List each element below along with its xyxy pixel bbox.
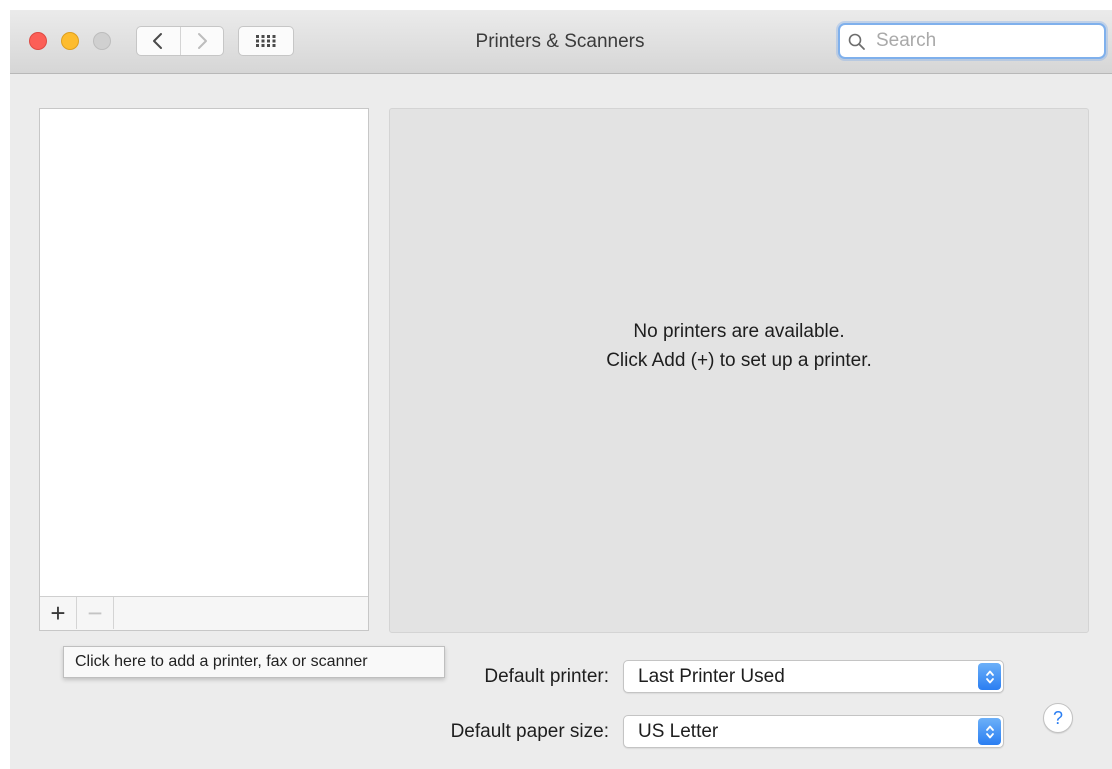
chevron-right-icon	[197, 33, 207, 49]
minimize-button[interactable]	[61, 32, 79, 50]
printer-detail-panel: No printers are available. Click Add (+)…	[389, 108, 1089, 633]
default-paper-value: US Letter	[638, 721, 719, 742]
zoom-button[interactable]	[93, 32, 111, 50]
search-input[interactable]	[876, 28, 1096, 54]
default-printer-select[interactable]: Last Printer Used	[623, 660, 1004, 693]
grid-icon	[256, 35, 276, 47]
forward-button[interactable]	[179, 27, 224, 55]
default-paper-label: Default paper size:	[450, 721, 609, 742]
empty-message-line2: Click Add (+) to set up a printer.	[606, 350, 872, 371]
remove-printer-button[interactable]: −	[77, 597, 114, 629]
list-footer: + −	[40, 596, 368, 630]
select-stepper-icon	[978, 663, 1001, 690]
titlebar: Printers & Scanners	[10, 10, 1112, 74]
window-title: Printers & Scanners	[475, 31, 645, 52]
printer-list[interactable]: + −	[39, 108, 369, 631]
empty-message: No printers are available. Click Add (+)…	[390, 317, 1088, 375]
search-icon	[848, 33, 865, 50]
help-button[interactable]: ?	[1043, 703, 1073, 733]
show-all-button[interactable]	[238, 26, 294, 56]
chevron-left-icon	[153, 33, 163, 49]
empty-message-line1: No printers are available.	[633, 321, 845, 342]
search-field[interactable]	[838, 23, 1106, 59]
close-button[interactable]	[29, 32, 47, 50]
default-printer-value: Last Printer Used	[638, 666, 785, 687]
select-stepper-icon	[978, 718, 1001, 745]
default-printer-label: Default printer:	[484, 666, 609, 687]
add-printer-button[interactable]: +	[40, 597, 77, 629]
navigation-buttons	[136, 26, 224, 56]
preferences-window: Printers & Scanners + − No printers are …	[10, 10, 1112, 769]
default-paper-select[interactable]: US Letter	[623, 715, 1004, 748]
back-button[interactable]	[137, 27, 180, 55]
add-printer-tooltip: Click here to add a printer, fax or scan…	[63, 646, 445, 678]
